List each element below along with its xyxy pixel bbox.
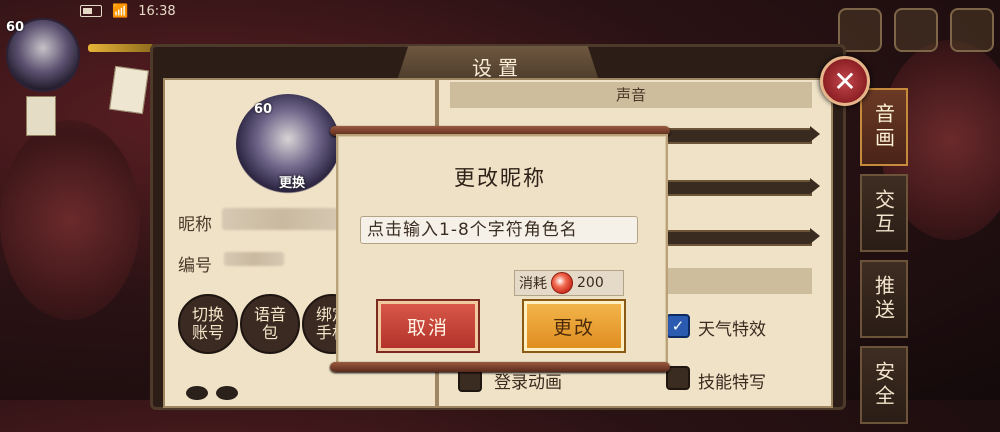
tab-security[interactable]: 安全 bbox=[860, 346, 908, 424]
tab-audio-visual[interactable]: 音画 bbox=[860, 88, 908, 166]
cost-label: 消耗 bbox=[519, 276, 547, 292]
id-value bbox=[224, 252, 284, 266]
nickname-label: 昵称 bbox=[178, 215, 212, 235]
change-avatar-button[interactable]: 更换 bbox=[262, 172, 322, 194]
switch-account-button[interactable]: 切换账号 bbox=[178, 294, 238, 354]
mail-icon[interactable] bbox=[894, 8, 938, 52]
voice-pack-button[interactable]: 语音包 bbox=[240, 294, 300, 354]
nickname-value bbox=[222, 208, 342, 230]
close-icon: ✕ bbox=[833, 64, 857, 98]
skill-closeup-label: 技能特写 bbox=[698, 373, 766, 393]
settings-title: 设置 bbox=[472, 56, 524, 80]
chat-icon[interactable] bbox=[950, 8, 994, 52]
player-energy-bar bbox=[88, 44, 154, 52]
tab-push[interactable]: 推送 bbox=[860, 260, 908, 338]
settings-tabs: 音画 交互 推送 安全 bbox=[860, 88, 908, 432]
dialog-title: 更改昵称 bbox=[454, 166, 546, 190]
weather-effects-checkbox[interactable]: ✓ bbox=[666, 314, 690, 338]
cloud-icon bbox=[186, 386, 208, 400]
id-label: 编号 bbox=[178, 256, 212, 276]
scroll-rod-bottom bbox=[330, 362, 670, 372]
player-level: 60 bbox=[6, 20, 25, 35]
skill-closeup-checkbox[interactable] bbox=[666, 366, 690, 390]
tab-interaction[interactable]: 交互 bbox=[860, 174, 908, 252]
koi-coin-icon bbox=[551, 272, 573, 294]
status-bar: 📶 16:38 bbox=[80, 0, 176, 22]
cloud-icon-2 bbox=[216, 386, 238, 400]
status-time: 16:38 bbox=[138, 3, 176, 19]
weather-effects-label: 天气特效 bbox=[698, 320, 766, 340]
battery-icon bbox=[80, 5, 102, 17]
sound-section-header: 声音 bbox=[450, 82, 812, 108]
avatar-level: 60 bbox=[254, 102, 273, 117]
cost-display: 消耗 200 bbox=[514, 270, 624, 296]
cancel-button[interactable]: 取消 bbox=[378, 301, 478, 351]
nickname-input[interactable] bbox=[360, 216, 638, 244]
close-button[interactable]: ✕ bbox=[820, 56, 870, 106]
cost-amount: 200 bbox=[577, 275, 604, 291]
charm-decoration-2 bbox=[26, 96, 56, 136]
background-tree bbox=[0, 120, 140, 320]
wifi-icon: 📶 bbox=[112, 3, 129, 19]
confirm-rename-button[interactable]: 更改 bbox=[524, 301, 624, 351]
charm-decoration bbox=[109, 65, 149, 115]
